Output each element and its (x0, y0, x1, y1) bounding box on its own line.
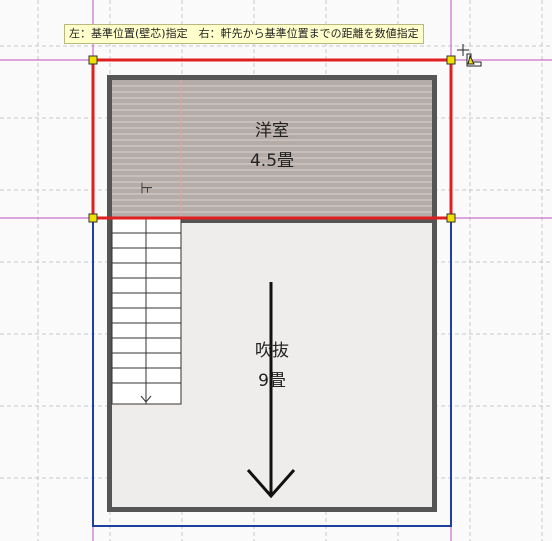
western-room-label: 洋室 4.5畳 (232, 116, 312, 176)
western-room-name: 洋室 (255, 121, 289, 141)
handle-top-left[interactable] (88, 55, 98, 65)
handle-top-right[interactable] (446, 55, 456, 65)
drawing-canvas[interactable]: 上 (0, 0, 552, 541)
instruction-tooltip: 左：基準位置(壁芯)指定 右：軒先から基準位置までの距離を数値指定 (64, 24, 424, 44)
western-room-size: 4.5畳 (249, 151, 295, 171)
handle-bottom-right[interactable] (446, 213, 456, 223)
handle-bottom-left[interactable] (88, 213, 98, 223)
crosshair-cursor-icon (457, 44, 482, 67)
void-room-label: 吹抜 9畳 (232, 336, 312, 396)
void-room-size: 9畳 (258, 371, 286, 391)
stairs-direction-glyph: 上 (139, 182, 153, 194)
void-room-name: 吹抜 (255, 341, 289, 361)
